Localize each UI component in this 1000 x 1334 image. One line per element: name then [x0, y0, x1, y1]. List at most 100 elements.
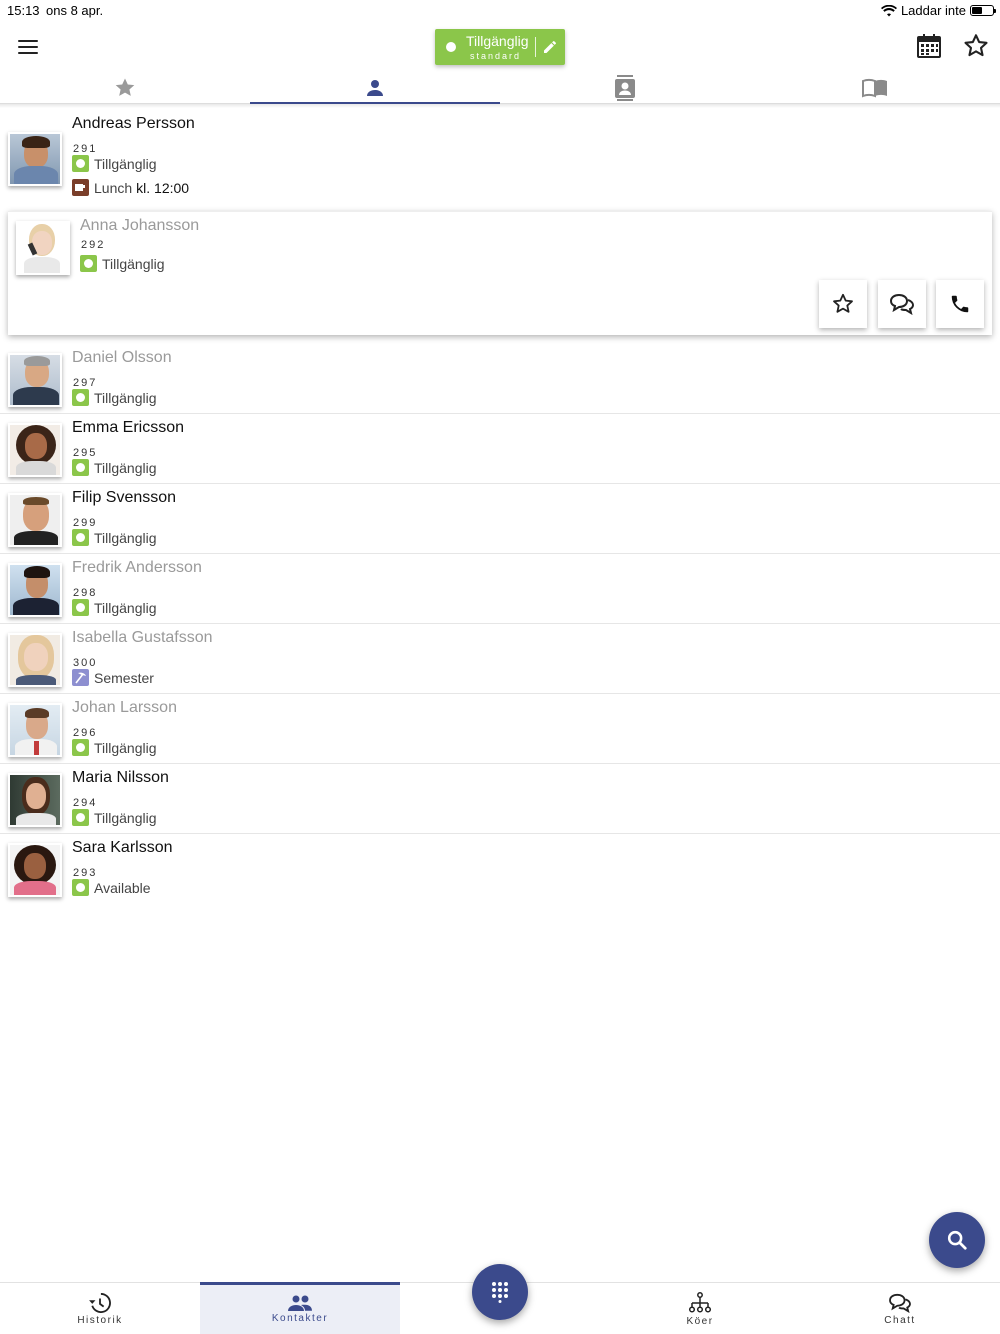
star-outline-icon: [833, 293, 853, 313]
avatar: [8, 132, 62, 186]
available-icon: [72, 879, 89, 896]
avatar: [8, 773, 62, 827]
date: ons 8 apr.: [46, 3, 104, 18]
list-item[interactable]: Isabella Gustafsson 300 Semester: [0, 624, 1000, 694]
contact-card-expanded[interactable]: Anna Johansson 292 Tillgänglig: [8, 211, 992, 335]
list-item[interactable]: Maria Nilsson 294 Tillgänglig: [0, 764, 1000, 834]
nav-chat[interactable]: Chatt: [800, 1283, 1000, 1334]
available-icon: [72, 739, 89, 756]
status-text: Tillgänglig: [94, 389, 157, 406]
avatar: [8, 563, 62, 617]
avatar: [8, 353, 62, 407]
list-item[interactable]: Emma Ericsson 295 Tillgänglig: [0, 414, 1000, 484]
nav-history[interactable]: Historik: [0, 1283, 200, 1334]
contact-status: Tillgänglig: [72, 599, 157, 616]
contact-extension: 296: [73, 727, 98, 739]
status-right: Laddar inte: [880, 3, 996, 18]
list-item[interactable]: Fredrik Andersson 298 Tillgänglig: [0, 554, 1000, 624]
tab-phonebook[interactable]: [750, 72, 1000, 104]
contact-name: Emma Ericsson: [72, 419, 185, 436]
contact-name: Sara Karlsson: [72, 839, 173, 856]
calendar-icon[interactable]: [915, 32, 943, 60]
contact-name: Isabella Gustafsson: [72, 629, 213, 646]
contact-extension: 294: [73, 797, 98, 809]
avatar: [8, 703, 62, 757]
pencil-icon[interactable]: [542, 39, 558, 55]
favorite-button[interactable]: [819, 280, 867, 328]
presence-subtitle: standard: [470, 51, 522, 61]
contact-card-icon: [615, 75, 635, 101]
list-item[interactable]: Daniel Olsson 297 Tillgänglig: [0, 344, 1000, 414]
list-item[interactable]: Johan Larsson 296 Tillgänglig: [0, 694, 1000, 764]
contact-name: Filip Svensson: [72, 489, 177, 506]
available-icon: [72, 389, 89, 406]
star-icon: [115, 78, 135, 96]
available-icon: [72, 529, 89, 546]
available-icon: [72, 155, 89, 172]
contact-extension: 297: [73, 377, 98, 389]
status-bar: 15:13 ons 8 apr. Laddar inte: [0, 0, 1000, 22]
available-icon: [72, 599, 89, 616]
available-icon: [80, 255, 97, 272]
nav-chat-label: Chatt: [884, 1314, 916, 1326]
contact-name: Maria Nilsson: [72, 769, 169, 786]
chat-icon: [889, 1293, 911, 1313]
nav-queues[interactable]: Köer: [600, 1283, 800, 1334]
list-item[interactable]: Filip Svensson 299 Tillgänglig: [0, 484, 1000, 554]
contact-extension: 292: [81, 239, 106, 251]
nav-contacts-label: Kontakter: [271, 1312, 329, 1324]
contact-status: Tillgänglig: [72, 155, 157, 172]
contact-note: Lunch kl. 12:00: [72, 179, 189, 196]
contact-name: Johan Larsson: [72, 699, 177, 716]
star-outline-icon[interactable]: [962, 32, 990, 60]
contact-extension: 295: [73, 447, 98, 459]
contact-extension: 299: [73, 517, 98, 529]
status-text: Tillgänglig: [94, 459, 157, 476]
people-icon: [288, 1295, 312, 1311]
status-text: Tillgänglig: [94, 809, 157, 826]
contact-extension: 300: [73, 657, 98, 669]
status-text: Tillgänglig: [94, 155, 157, 172]
nav-queues-label: Köer: [686, 1315, 714, 1327]
queue-tree-icon: [688, 1291, 712, 1313]
nav-contacts[interactable]: Kontakter: [200, 1282, 400, 1334]
status-text: Tillgänglig: [102, 255, 165, 272]
dialpad-button[interactable]: [472, 1264, 528, 1320]
hamburger-icon[interactable]: [14, 34, 42, 60]
status-text: Tillgänglig: [94, 529, 157, 546]
contact-tabs: [0, 72, 1000, 105]
tab-contacts[interactable]: [250, 72, 500, 105]
vacation-icon: [72, 669, 89, 686]
tab-directory[interactable]: [500, 72, 750, 104]
contact-name: Andreas Persson: [72, 115, 195, 132]
available-icon: [72, 809, 89, 826]
avatar: [8, 633, 62, 687]
person-icon: [367, 80, 383, 96]
chat-button[interactable]: [878, 280, 926, 328]
dialpad-icon: [492, 1282, 508, 1303]
contact-status: Tillgänglig: [72, 739, 157, 756]
tab-favorites[interactable]: [0, 72, 250, 104]
status-text: Tillgänglig: [94, 739, 157, 756]
presence-title: Tillgänglig: [466, 33, 529, 49]
contact-name: Anna Johansson: [80, 217, 200, 234]
call-button[interactable]: [936, 280, 984, 328]
avatar: [8, 493, 62, 547]
avatar: [8, 423, 62, 477]
coffee-icon: [72, 179, 89, 196]
book-icon: [862, 78, 887, 98]
contact-status: Tillgänglig: [72, 809, 157, 826]
history-icon: [89, 1292, 111, 1313]
search-button[interactable]: [929, 1212, 985, 1268]
presence-button[interactable]: Tillgänglig standard: [435, 29, 565, 65]
phone-icon: [951, 295, 969, 313]
presence-dot-icon: [446, 42, 456, 52]
app-header: Tillgänglig standard: [0, 22, 1000, 72]
list-item[interactable]: Sara Karlsson 293 Available: [0, 834, 1000, 904]
contact-status: Tillgänglig: [80, 255, 165, 272]
note-time: kl. 12:00: [136, 179, 190, 196]
contact-extension: 293: [73, 867, 98, 879]
contact-extension: 291: [73, 143, 98, 155]
battery-icon: [970, 5, 996, 16]
list-item[interactable]: Andreas Persson 291 Tillgänglig Lunch kl…: [0, 110, 1000, 211]
